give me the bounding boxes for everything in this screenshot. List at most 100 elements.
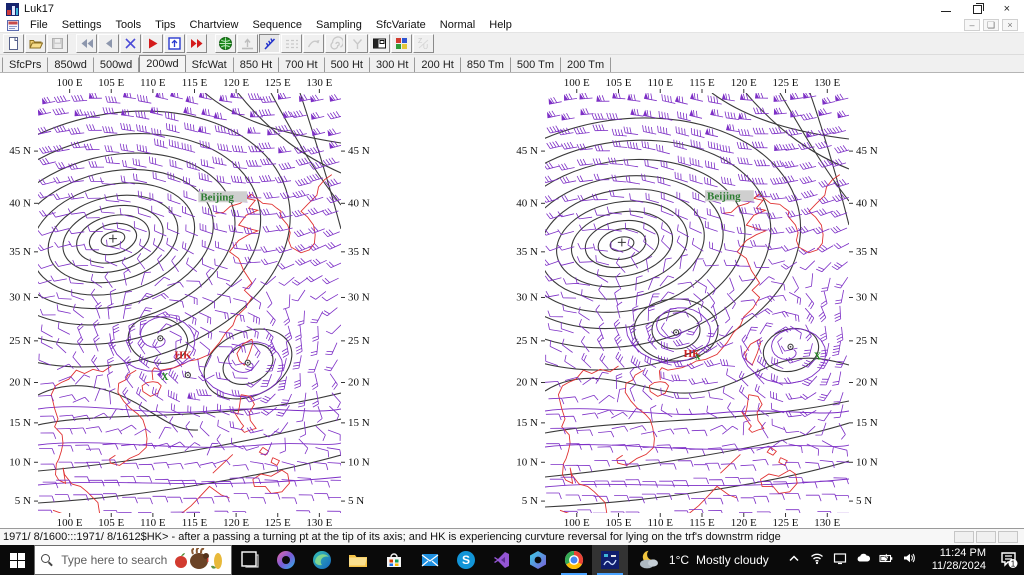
tab-sfcprs[interactable]: SfcPrs	[2, 57, 49, 72]
annotation-beijing: Beijing	[200, 191, 234, 203]
tab-200wd[interactable]: 200wd	[139, 55, 186, 72]
fit-frame-icon	[168, 37, 181, 50]
tab-300ht[interactable]: 300 Ht	[369, 57, 416, 72]
open-button[interactable]	[25, 34, 46, 53]
weather-widget[interactable]: 1°C Mostly cloudy	[628, 549, 779, 571]
close-button-icon[interactable]: ×	[1004, 3, 1010, 15]
menu-normal[interactable]: Normal	[433, 19, 482, 31]
lon-label: 125 E	[773, 517, 799, 529]
edge-icon	[312, 551, 331, 569]
microsoft-store-icon	[386, 553, 401, 567]
menu-settings[interactable]: Settings	[55, 19, 109, 31]
taskbar-app-dev-home[interactable]	[520, 545, 556, 575]
taskbar-app-copilot[interactable]	[268, 545, 304, 575]
spiral-icon	[330, 36, 343, 50]
lon-label: 120 E	[223, 517, 249, 529]
menu-help[interactable]: Help	[482, 19, 519, 31]
tray-volume-icon[interactable]	[902, 551, 916, 570]
menu-tools[interactable]: Tools	[108, 19, 148, 31]
tab-500tm[interactable]: 500 Tm	[510, 57, 562, 72]
notification-center-button[interactable]: 1	[994, 551, 1024, 569]
lon-label: 115 E	[182, 517, 208, 529]
child-close-icon[interactable]: ×	[1002, 19, 1018, 31]
menu-sfcvariate[interactable]: SfcVariate	[369, 19, 433, 31]
new-button[interactable]	[3, 34, 24, 53]
taskbar-app-chrome[interactable]	[556, 545, 592, 575]
streamlines	[545, 307, 849, 488]
lon-label: 100 E	[57, 77, 83, 89]
minimize-button-icon[interactable]	[940, 6, 951, 12]
taskbar-app-visual-studio[interactable]	[484, 545, 520, 575]
menu-file[interactable]: File	[23, 19, 55, 31]
lat-label: 40 N	[516, 197, 538, 209]
left-map[interactable]: 100 E 100 E 105 E 105 E 110 E 110 E 115 E 115 E…	[0, 73, 512, 529]
taskbar-app-edge[interactable]	[304, 545, 340, 575]
restore-button-icon[interactable]	[972, 2, 984, 14]
tab-200ht[interactable]: 200 Ht	[415, 57, 461, 72]
taskbar-app-luk17[interactable]	[591, 545, 628, 575]
weather-temp: 1°C	[668, 553, 690, 567]
copilot-icon	[276, 551, 295, 569]
clock[interactable]: 11:24 PM 11/28/2024	[924, 547, 994, 573]
play-button[interactable]	[142, 34, 163, 53]
lat-label: 10 N	[856, 456, 878, 468]
lat-label: 45 N	[516, 145, 538, 157]
tab-700ht[interactable]: 700 Ht	[279, 57, 325, 72]
center-plus-marker	[108, 234, 117, 243]
taskbar-app-task-view[interactable]	[232, 545, 268, 575]
menu-tips[interactable]: Tips	[148, 19, 182, 31]
fit-frame-button[interactable]	[164, 34, 185, 53]
tray-display-icon[interactable]	[833, 551, 847, 570]
tab-850ht[interactable]: 850 Ht	[233, 57, 280, 72]
menu-chartview[interactable]: Chartview	[183, 19, 246, 31]
lon-label: 110 E	[647, 77, 673, 89]
lon-label: 130 E	[814, 77, 840, 89]
file-explorer-icon	[348, 555, 367, 567]
start-button[interactable]	[0, 545, 34, 575]
tab-850tm[interactable]: 850 Tm	[460, 57, 511, 72]
menu-sequence[interactable]: Sequence	[245, 19, 309, 31]
tray-wifi-icon[interactable]	[810, 551, 824, 570]
lat-label: 45 N	[856, 145, 878, 157]
search-festive-icons	[173, 548, 225, 572]
child-restore-icon[interactable]: ❏	[983, 19, 999, 31]
tab-500wd[interactable]: 500wd	[93, 57, 140, 72]
taskbar-app-file-explorer[interactable]	[340, 545, 376, 575]
child-minimize-icon[interactable]: –	[964, 19, 980, 31]
taskbar-app-skype[interactable]: S	[448, 545, 484, 575]
palette-button[interactable]	[391, 34, 412, 53]
lat-label: 10 N	[348, 456, 370, 468]
lat-label: 35 N	[9, 246, 31, 258]
lat-label: 25 N	[516, 335, 538, 347]
menu-sampling[interactable]: Sampling	[309, 19, 369, 31]
lon-label: 100 E	[564, 77, 590, 89]
wind-feather-button[interactable]	[259, 34, 280, 53]
globe-button[interactable]	[215, 34, 236, 53]
lon-label: 100 E	[564, 517, 590, 529]
menu-bar: File Settings Tools Tips Chartview Sequence Sa…	[0, 18, 1024, 33]
tray-chevron-up-icon[interactable]	[787, 551, 801, 570]
rewind-button[interactable]	[76, 34, 97, 53]
fast-forward-button[interactable]	[186, 34, 207, 53]
save-icon	[52, 38, 63, 49]
tray-battery-icon[interactable]	[879, 551, 893, 570]
tab-850wd[interactable]: 850wd	[48, 57, 94, 72]
window-layout-icon	[373, 38, 386, 49]
right-map[interactable]: 100 E 100 E 105 E 105 E 110 E 110 E 115 E 115 E…	[512, 73, 1024, 529]
window-layout-button[interactable]	[369, 34, 390, 53]
lat-label: 15 N	[348, 417, 370, 429]
lat-label: 25 N	[9, 335, 31, 347]
taskbar-app-microsoft-store[interactable]	[376, 545, 412, 575]
tab-sfcwat[interactable]: SfcWat	[185, 57, 234, 72]
step-back-button[interactable]	[98, 34, 119, 53]
lat-label: 30 N	[856, 291, 878, 303]
search-box[interactable]: Type here to search	[34, 545, 232, 575]
tab-200tm[interactable]: 200 Tm	[561, 57, 612, 72]
lon-label: 105 E	[606, 77, 632, 89]
tab-500ht[interactable]: 500 Ht	[324, 57, 370, 72]
lat-label: 5 N	[856, 495, 872, 507]
tray-onedrive-icon[interactable]	[856, 551, 870, 570]
visual-studio-icon	[493, 552, 509, 568]
delete-button[interactable]	[120, 34, 141, 53]
taskbar-app-mail[interactable]	[412, 545, 448, 575]
